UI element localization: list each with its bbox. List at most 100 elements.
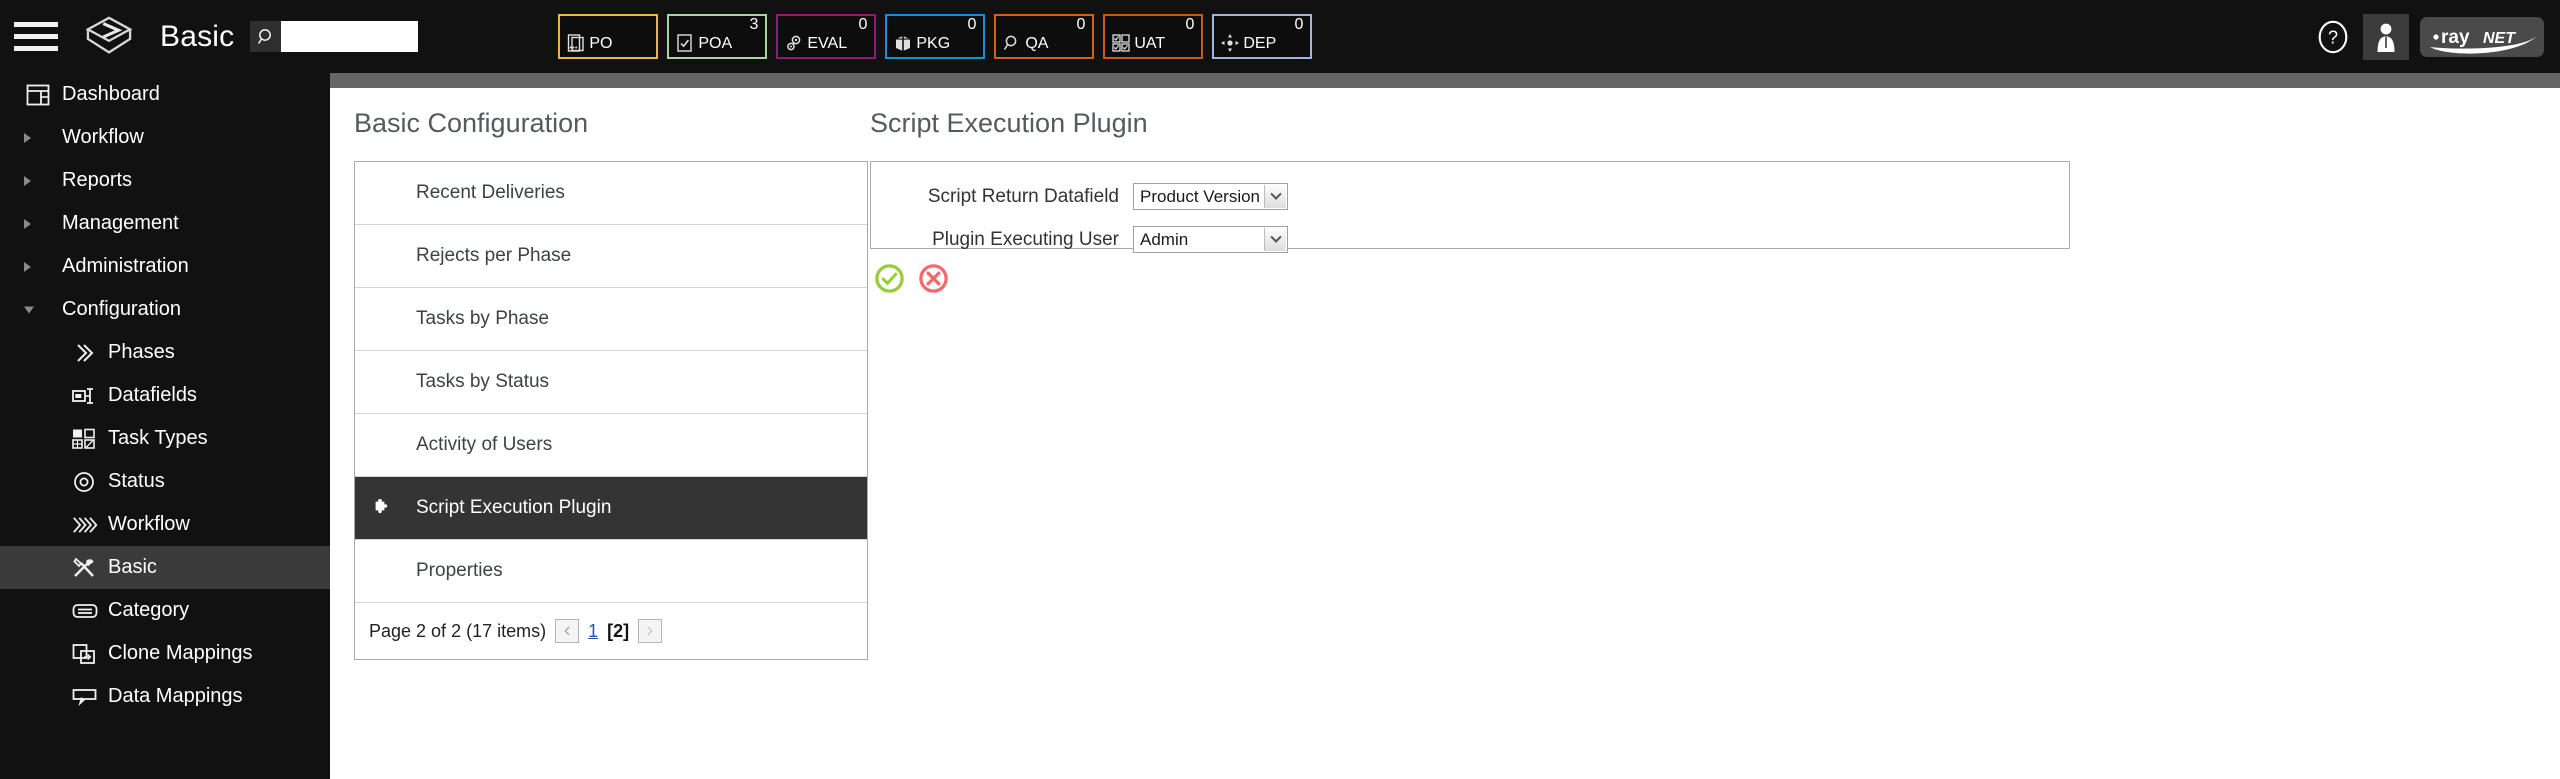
- phase-badge-count: 0: [967, 16, 977, 33]
- phase-badge-count: 0: [1294, 16, 1304, 33]
- sidebar-item-basic[interactable]: Basic: [0, 546, 330, 589]
- hamburger-menu-icon[interactable]: [14, 22, 68, 51]
- phase-badge-count: 0: [1076, 16, 1086, 33]
- sidebar-item-clone-mappings[interactable]: Clone Mappings: [0, 632, 330, 675]
- select-plugin-executing-user[interactable]: Admin: [1133, 226, 1288, 253]
- category-icon: [72, 600, 99, 622]
- sidebar-item-task-types[interactable]: Task Types: [0, 417, 330, 460]
- sidebar-item-management[interactable]: Management: [0, 202, 330, 245]
- list-item-label: Tasks by Phase: [416, 308, 550, 329]
- pagination-next-button[interactable]: [638, 619, 663, 643]
- phase-badge-label: UAT: [1134, 35, 1166, 52]
- main-content: Basic Configuration Recent Deliveries Rej…: [330, 88, 2560, 779]
- list-item[interactable]: Tasks by Status: [355, 351, 867, 414]
- phase-badge-label: POA: [698, 35, 733, 52]
- select-script-return-datafield[interactable]: Product Version: [1133, 183, 1288, 210]
- page-title: Basic: [160, 19, 235, 53]
- pagination-current-page: [2]: [607, 620, 630, 641]
- list-item[interactable]: Properties: [355, 540, 867, 603]
- sidebar-item-label: Dashboard: [62, 83, 160, 105]
- pagination-prev-button[interactable]: [555, 619, 580, 643]
- sidebar-item-label: Workflow: [62, 126, 144, 148]
- phase-badge-label: QA: [1025, 35, 1049, 52]
- sidebar-item-phases[interactable]: Phases: [0, 331, 330, 374]
- sidebar-item-label: Reports: [62, 169, 133, 191]
- sidebar-item-data-mappings[interactable]: Data Mappings: [0, 675, 330, 718]
- list-item-label: Recent Deliveries: [416, 182, 565, 203]
- search-input[interactable]: [281, 21, 419, 52]
- phase-badge-poa[interactable]: 3 POA: [667, 14, 768, 59]
- phase-badge-label: DEP: [1243, 35, 1277, 52]
- sidebar-item-label: Clone Mappings: [108, 642, 253, 664]
- raynet-brand-logo[interactable]: ray NET: [2420, 16, 2544, 57]
- sidebar-item-configuration[interactable]: Configuration: [0, 288, 330, 331]
- chevrons-icon: [72, 342, 99, 364]
- pagination-page-1[interactable]: 1: [588, 621, 598, 642]
- sidebar-item-category[interactable]: Category: [0, 589, 330, 632]
- top-bar: Basic PO 3 POA 0 EVAL 0 PKG 0 QA 0 UAT 0 DEP ?: [0, 0, 2560, 73]
- sidebar-item-workflow[interactable]: Workflow: [0, 503, 330, 546]
- phase-badge-eval[interactable]: 0 EVAL: [776, 14, 877, 59]
- accept-check-icon[interactable]: [874, 263, 905, 294]
- list-item-label: Rejects per Phase: [416, 245, 572, 266]
- document-check-icon: [675, 33, 695, 53]
- chevron-right-icon: [647, 626, 653, 636]
- list-item-label: Script Execution Plugin: [416, 497, 612, 518]
- sidebar-item-status[interactable]: Status: [0, 460, 330, 503]
- list-item[interactable]: Script Execution Plugin: [355, 477, 867, 540]
- sidebar-item-workflow[interactable]: Workflow: [0, 116, 330, 159]
- list-item-label: Activity of Users: [416, 434, 553, 455]
- form-row: Script Return Datafield Product Version: [871, 178, 2069, 215]
- list-item[interactable]: Rejects per Phase: [355, 225, 867, 288]
- field-label: Plugin Executing User: [932, 228, 1119, 250]
- form-row: Plugin Executing User Admin: [871, 221, 2069, 258]
- magnifier-glyph: [257, 28, 271, 44]
- sidebar-item-label: Task Types: [108, 427, 208, 449]
- phase-badge-uat[interactable]: 0 UAT: [1103, 14, 1204, 59]
- magnifier-qa-icon: [1002, 33, 1022, 53]
- top-right-actions: ? ray NET: [2314, 13, 2544, 60]
- sidebar-navigation: Dashboard Workflow Reports Management Admini…: [0, 73, 330, 779]
- phase-badge-po[interactable]: PO: [558, 14, 659, 59]
- chevron-down-icon[interactable]: [1264, 185, 1286, 208]
- list-item[interactable]: Tasks by Phase: [355, 288, 867, 351]
- svg-text:NET: NET: [2483, 30, 2516, 47]
- hamburger-bar: [14, 34, 58, 39]
- svg-text:?: ?: [2328, 27, 2338, 47]
- sidebar-item-reports[interactable]: Reports: [0, 159, 330, 202]
- chevron-down-icon: [24, 306, 34, 313]
- sidebar-item-dashboard[interactable]: Dashboard: [0, 73, 330, 116]
- deploy-arrows-icon: [1220, 33, 1240, 53]
- select-value: Product Version: [1140, 186, 1261, 206]
- phase-badge-count: 3: [749, 16, 759, 33]
- left-panel-title: Basic Configuration: [354, 108, 589, 138]
- help-question-icon[interactable]: ?: [2314, 18, 2352, 56]
- form-actions: [874, 263, 2370, 294]
- user-account-icon[interactable]: [2363, 13, 2409, 60]
- raynet-wordmark: ray NET: [2430, 27, 2538, 54]
- sidebar-item-administration[interactable]: Administration: [0, 245, 330, 288]
- sidebar-item-label: Datafields: [108, 384, 197, 406]
- chevron-down-icon[interactable]: [1264, 228, 1286, 251]
- chevron-right-icon: [24, 132, 31, 143]
- list-item[interactable]: Recent Deliveries: [355, 162, 867, 225]
- cancel-x-icon[interactable]: [918, 263, 949, 294]
- document-po-icon: [566, 33, 586, 53]
- list-item-label: Properties: [416, 560, 503, 581]
- phase-badge-qa[interactable]: 0 QA: [994, 14, 1095, 59]
- task-types-icon: [72, 428, 99, 450]
- script-execution-plugin-column: Script Execution Plugin Script Return Da…: [870, 108, 2370, 294]
- raynet-box-logo-icon[interactable]: [80, 14, 138, 60]
- data-mappings-icon: [72, 686, 99, 708]
- search-icon[interactable]: [250, 21, 282, 52]
- list-item[interactable]: Activity of Users: [355, 414, 867, 477]
- sidebar-item-datafields[interactable]: Datafields: [0, 374, 330, 417]
- phase-badge-pkg[interactable]: 0 PKG: [885, 14, 986, 59]
- phase-badge-dep[interactable]: 0 DEP: [1212, 14, 1313, 59]
- basic-configuration-list: Recent Deliveries Rejects per Phase Tasks …: [354, 161, 868, 660]
